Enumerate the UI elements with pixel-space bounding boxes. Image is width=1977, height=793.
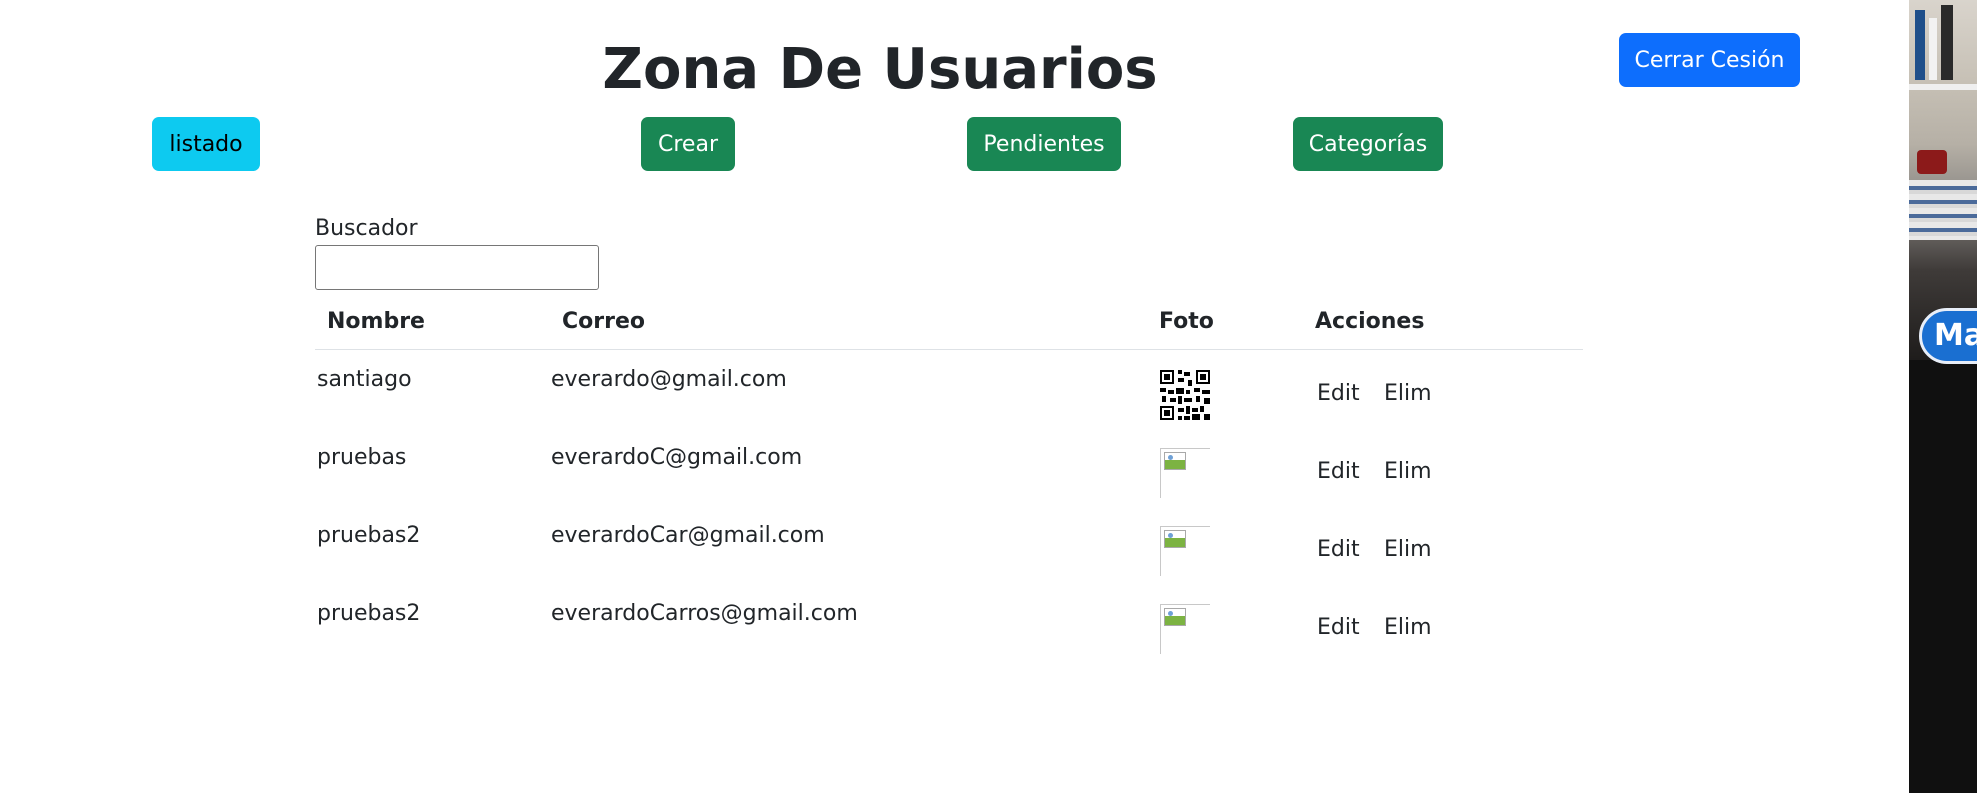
nav-pendientes-button[interactable]: Pendientes xyxy=(967,117,1121,171)
broken-image-icon xyxy=(1160,526,1210,576)
logout-button[interactable]: Cerrar Cesión xyxy=(1619,33,1800,87)
cell-nombre: pruebas2 xyxy=(317,601,421,626)
delete-link[interactable]: Elim xyxy=(1384,458,1432,486)
edit-link[interactable]: Edit xyxy=(1317,380,1360,408)
delete-link[interactable]: Elim xyxy=(1384,536,1432,564)
app-window: Zona De Usuarios Cerrar Cesión listado C… xyxy=(0,0,1909,793)
broken-image-icon xyxy=(1160,604,1210,654)
cell-nombre: pruebas2 xyxy=(317,523,421,548)
page-title: Zona De Usuarios xyxy=(602,37,1158,102)
cell-correo: everardoCar@gmail.com xyxy=(551,523,825,548)
column-header-correo: Correo xyxy=(562,309,645,334)
cell-correo: everardoCarros@gmail.com xyxy=(551,601,858,626)
table-row: pruebas2 everardoCar@gmail.com Edit Elim xyxy=(0,512,1909,590)
column-header-nombre: Nombre xyxy=(327,309,425,334)
cell-nombre: pruebas xyxy=(317,445,407,470)
delete-link[interactable]: Elim xyxy=(1384,380,1432,408)
qr-code-image xyxy=(1160,370,1210,420)
edit-link[interactable]: Edit xyxy=(1317,536,1360,564)
nav-listado-button[interactable]: listado xyxy=(152,117,260,171)
column-header-foto: Foto xyxy=(1159,309,1214,334)
edit-link[interactable]: Edit xyxy=(1317,458,1360,486)
webcam-overlay: Ma xyxy=(1909,0,1977,793)
cell-nombre: santiago xyxy=(317,367,412,392)
search-input[interactable] xyxy=(315,245,599,290)
nav-crear-button[interactable]: Crear xyxy=(641,117,735,171)
cell-correo: everardo@gmail.com xyxy=(551,367,787,392)
table-header-divider xyxy=(315,349,1583,350)
participant-badge: Ma xyxy=(1919,308,1977,364)
table-row: pruebas2 everardoCarros@gmail.com Edit E… xyxy=(0,590,1909,668)
search-label: Buscador xyxy=(315,216,418,241)
table-row: santiago everardo@gmail.com Edit Elim xyxy=(0,356,1909,434)
cell-correo: everardoC@gmail.com xyxy=(551,445,803,470)
nav-categorias-button[interactable]: Categorías xyxy=(1293,117,1443,171)
broken-image-icon xyxy=(1160,448,1210,498)
webcam-background xyxy=(1909,0,1977,360)
table-row: pruebas everardoC@gmail.com Edit Elim xyxy=(0,434,1909,512)
column-header-acciones: Acciones xyxy=(1315,309,1425,334)
delete-link[interactable]: Elim xyxy=(1384,614,1432,642)
edit-link[interactable]: Edit xyxy=(1317,614,1360,642)
